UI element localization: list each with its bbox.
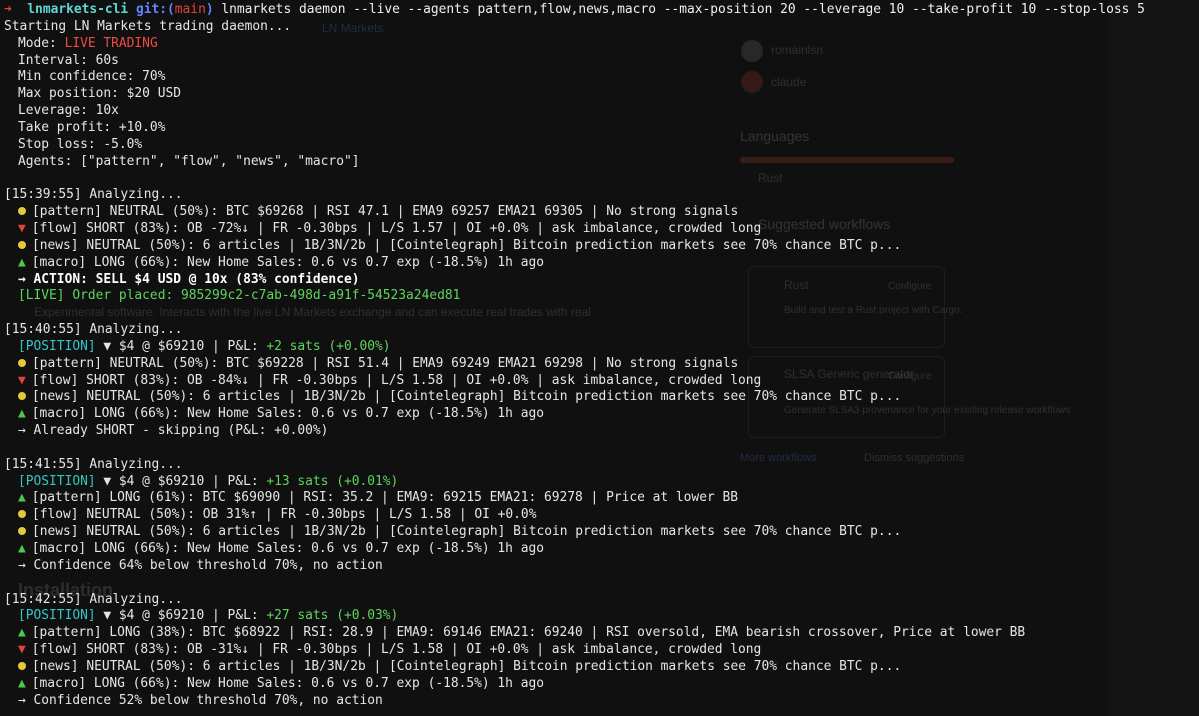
short-triangle-icon: ▼	[18, 372, 26, 388]
result-line: → Confidence 64% below threshold 70%, no…	[18, 557, 383, 573]
neutral-dot-icon	[18, 661, 26, 670]
max-position-line: Max position: $20 USD	[18, 86, 181, 102]
signal-text: [pattern] NEUTRAL (50%): BTC $69228 | RS…	[32, 355, 739, 371]
neutral-dot-icon	[18, 510, 26, 519]
prompt-arrow-icon: ➜	[4, 2, 12, 17]
cycle-header: [15:41:55] Analyzing...	[4, 456, 183, 472]
interval-line: Interval: 60s	[18, 52, 119, 68]
short-triangle-icon: ▼	[18, 642, 26, 658]
signal-line: ▲ [pattern] LONG (38%): BTC $68922 | RSI:…	[4, 625, 1199, 642]
signal-text: [macro] LONG (66%): New Home Sales: 0.6 …	[31, 675, 544, 691]
signal-line: [news] NEUTRAL (50%): 6 articles | 1B/3N…	[4, 389, 1199, 406]
command-text: lnmarkets daemon --live --agents pattern…	[221, 2, 1145, 17]
mode-line: Mode: LIVE TRADING	[4, 36, 1199, 53]
signal-line: ▼ [flow] SHORT (83%): OB -72%↓ | FR -0.30…	[4, 221, 1199, 238]
long-triangle-icon: ▲	[18, 490, 26, 506]
signal-text: [macro] LONG (66%): New Home Sales: 0.6 …	[31, 406, 544, 422]
neutral-dot-icon	[18, 207, 26, 216]
mode-label: Mode:	[18, 35, 65, 51]
cycle-header: [15:39:55] Analyzing...	[4, 187, 183, 203]
signal-line: ▲ [macro] LONG (66%): New Home Sales: 0.6…	[4, 676, 1199, 693]
git-branch: main	[174, 2, 206, 17]
signal-line: ▼ [flow] SHORT (83%): OB -31%↓ | FR -0.30…	[4, 642, 1199, 659]
signal-text: [pattern] NEUTRAL (50%): BTC $69268 | RS…	[32, 204, 739, 220]
position-label: [POSITION]	[18, 608, 96, 624]
agents-line: Agents: ["pattern", "flow", "news", "mac…	[18, 153, 360, 169]
position-text: ▼ $4 @ $69210 | P&L:	[95, 608, 267, 624]
mode-value: LIVE TRADING	[64, 35, 158, 51]
signal-text: [flow] SHORT (83%): OB -84%↓ | FR -0.30b…	[31, 372, 762, 388]
leverage-line: Leverage: 10x	[18, 103, 119, 119]
long-triangle-icon: ▲	[18, 625, 26, 641]
position-label: [POSITION]	[18, 338, 96, 354]
signal-line: ▲ [macro] LONG (66%): New Home Sales: 0.6…	[4, 406, 1199, 423]
cycle-header: [15:42:55] Analyzing...	[4, 591, 183, 607]
signal-line: [pattern] NEUTRAL (50%): BTC $69228 | RS…	[4, 356, 1199, 373]
position-line: [POSITION] ▼ $4 @ $69210 | P&L: +27 sats…	[4, 608, 1199, 625]
neutral-dot-icon	[18, 240, 26, 249]
git-close: )	[205, 2, 214, 17]
neutral-dot-icon	[18, 527, 26, 536]
long-triangle-icon: ▲	[18, 541, 26, 556]
git-label: git:(	[135, 2, 175, 17]
position-line: [POSITION] ▼ $4 @ $69210 | P&L: +13 sats…	[4, 474, 1199, 491]
signal-text: [pattern] LONG (38%): BTC $68922 | RSI: …	[31, 625, 1026, 641]
signal-line: ▲ [macro] LONG (66%): New Home Sales: 0.6…	[4, 255, 1199, 272]
take-profit-line: Take profit: +10.0%	[18, 119, 166, 135]
pnl-value: +13 sats (+0.01%)	[266, 473, 399, 489]
action-line: → ACTION: SELL $4 USD @ 10x (83% confide…	[18, 271, 360, 287]
neutral-dot-icon	[18, 358, 26, 367]
prompt-directory: lnmarkets-cli	[27, 2, 129, 17]
signal-text: [macro] LONG (66%): New Home Sales: 0.6 …	[31, 254, 544, 270]
starting-line: Starting LN Markets trading daemon...	[4, 18, 292, 34]
signal-line: [news] NEUTRAL (50%): 6 articles | 1B/3N…	[4, 238, 1199, 255]
signal-text: [macro] LONG (66%): New Home Sales: 0.6 …	[31, 541, 544, 556]
signal-text: [news] NEUTRAL (50%): 6 articles | 1B/3N…	[32, 389, 902, 405]
neutral-dot-icon	[18, 392, 26, 401]
position-text: ▼ $4 @ $69210 | P&L:	[95, 473, 267, 489]
long-triangle-icon: ▲	[18, 254, 26, 270]
signal-text: [news] NEUTRAL (50%): 6 articles | 1B/3N…	[32, 658, 902, 674]
signal-text: [flow] SHORT (83%): OB -72%↓ | FR -0.30b…	[31, 220, 762, 236]
signal-line: ▼ [flow] SHORT (83%): OB -84%↓ | FR -0.30…	[4, 373, 1199, 390]
result-line: → Confidence 52% below threshold 70%, no…	[18, 692, 383, 708]
signal-text: [news] NEUTRAL (50%): 6 articles | 1B/3N…	[32, 237, 902, 253]
long-triangle-icon: ▲	[18, 406, 26, 422]
position-line: [POSITION] ▼ $4 @ $69210 | P&L: +2 sats …	[4, 339, 1199, 356]
long-triangle-icon: ▲	[18, 675, 26, 691]
signal-line: [news] NEUTRAL (50%): 6 articles | 1B/3N…	[4, 524, 1199, 541]
position-text: ▼ $4 @ $69210 | P&L:	[95, 338, 267, 354]
signal-text: [news] NEUTRAL (50%): 6 articles | 1B/3N…	[32, 524, 902, 540]
signal-line: ▲ [pattern] LONG (61%): BTC $69090 | RSI:…	[4, 490, 1199, 507]
signal-line: [flow] NEUTRAL (50%): OB 31%↑ | FR -0.30…	[4, 507, 1199, 524]
signal-text: [flow] SHORT (83%): OB -31%↓ | FR -0.30b…	[31, 642, 762, 658]
signal-line: ▲ [macro] LONG (66%): New Home Sales: 0.6…	[4, 541, 1199, 558]
min-confidence-line: Min confidence: 70%	[18, 69, 166, 85]
result-line: → Already SHORT - skipping (P&L: +0.00%)	[18, 423, 329, 439]
signal-line: [pattern] NEUTRAL (50%): BTC $69268 | RS…	[4, 204, 1199, 221]
signal-text: [flow] NEUTRAL (50%): OB 31%↑ | FR -0.30…	[32, 507, 537, 523]
position-label: [POSITION]	[18, 473, 96, 489]
pnl-value: +27 sats (+0.03%)	[266, 608, 399, 624]
short-triangle-icon: ▼	[18, 220, 26, 236]
cycle-header: [15:40:55] Analyzing...	[4, 322, 183, 338]
prompt-line: ➜ lnmarkets-cli git:(main) lnmarkets dae…	[4, 2, 1199, 19]
terminal-output[interactable]: ➜ lnmarkets-cli git:(main) lnmarkets dae…	[0, 0, 1199, 716]
stop-loss-line: Stop loss: -5.0%	[18, 136, 143, 152]
order-line: [LIVE] Order placed: 985299c2-c7ab-498d-…	[18, 288, 461, 304]
signal-line: [news] NEUTRAL (50%): 6 articles | 1B/3N…	[4, 659, 1199, 676]
pnl-value: +2 sats (+0.00%)	[266, 338, 391, 354]
signal-text: [pattern] LONG (61%): BTC $69090 | RSI: …	[31, 490, 739, 506]
